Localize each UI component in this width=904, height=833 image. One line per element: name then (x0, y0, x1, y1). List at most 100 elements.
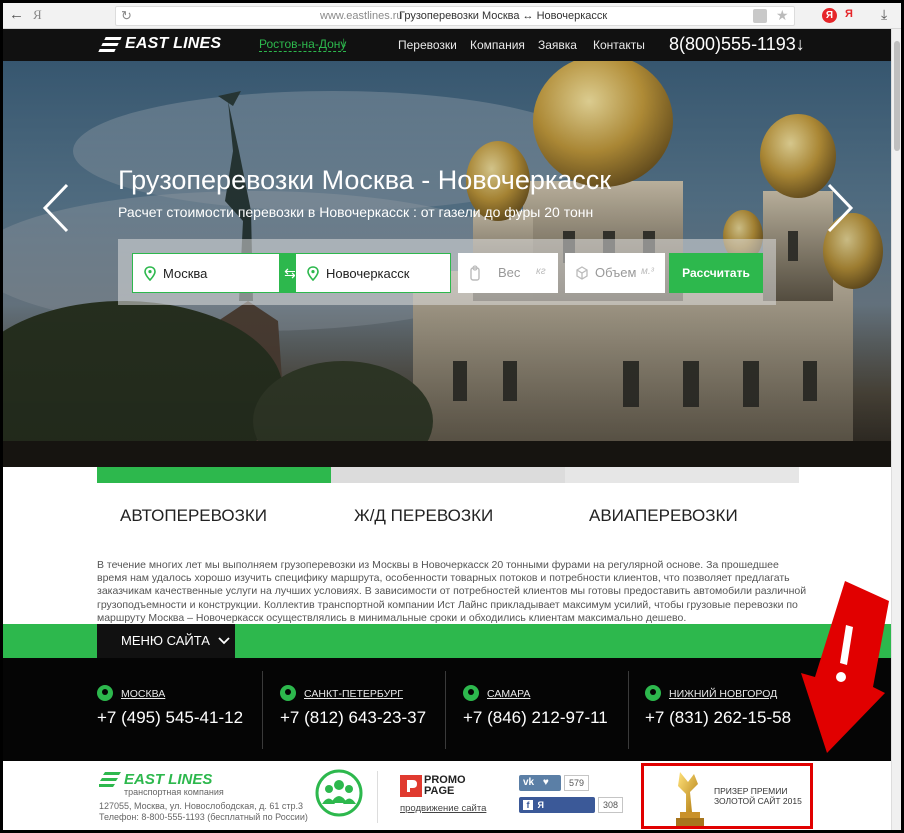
hero-title: Грузоперевозки Москва - Новочеркасск (118, 165, 612, 195)
office-city-link[interactable]: МОСКВА (121, 688, 165, 700)
yandex-text-icon[interactable]: Я (845, 8, 853, 20)
browser-toolbar: ← Я ↻ www.eastlines.ru Грузоперевозки Мо… (3, 3, 901, 29)
facebook-count: 308 (598, 797, 624, 813)
tab-air[interactable]: АВИАПЕРЕВОЗКИ (589, 506, 738, 526)
extension-icon[interactable] (753, 9, 767, 23)
cube-icon (576, 266, 588, 280)
weight-field[interactable]: Вес кг (458, 253, 558, 293)
partners-people-icon[interactable] (315, 769, 363, 817)
route-description: В течение многих лет мы выполняем грузоп… (97, 559, 807, 624)
slider-prev-arrow-icon[interactable] (41, 183, 71, 233)
office-city-link[interactable]: НИЖНИЙ НОВГОРОД (669, 688, 777, 700)
offices-section: МОСКВА +7 (495) 545-41-12 САНКТ-ПЕТЕРБУР… (3, 658, 891, 761)
to-city-value: Новочеркасск (326, 266, 410, 281)
to-city-field[interactable]: Новочеркасск (295, 253, 451, 293)
office-phone[interactable]: +7 (495) 545-41-12 (97, 708, 243, 728)
page-scrollbar[interactable] (891, 29, 901, 830)
site-footer: EAST LINES транспортная компания 127055,… (3, 761, 891, 830)
nav-company[interactable]: Компания (470, 38, 525, 52)
footer-logo-lines-icon (99, 772, 121, 787)
page-frame: ← Я ↻ www.eastlines.ru Грузоперевозки Мо… (0, 0, 904, 833)
tab-bar-rail[interactable] (331, 467, 565, 483)
calculate-button[interactable]: Рассчитать (669, 253, 763, 293)
site-header: EAST LINES Ростов-на-Дону ↓ Перевозки Ко… (3, 29, 891, 61)
page-title-in-address: Грузоперевозки Москва ↔ Новочеркасск (399, 10, 608, 22)
footer-logo-subtitle: транспортная компания (124, 787, 224, 797)
nav-request[interactable]: Заявка (538, 38, 577, 52)
logo-text: EAST LINES (125, 35, 222, 52)
nav-perevozki[interactable]: Перевозки (398, 38, 457, 52)
office-phone[interactable]: +7 (846) 212-97-11 (463, 708, 608, 728)
reload-icon[interactable]: ↻ (121, 8, 132, 24)
footer-address-line: 127055, Москва, ул. Новослободская, д. 6… (99, 801, 303, 811)
award-text: ПРИЗЕР ПРЕМИИ ЗОЛОТОЙ САЙТ 2015 (714, 786, 802, 806)
tab-rail[interactable]: Ж/Д ПЕРЕВОЗКИ (354, 506, 493, 526)
weight-unit: кг (536, 266, 546, 277)
weight-placeholder: Вес (498, 265, 521, 280)
tab-auto[interactable]: АВТОПЕРЕВОЗКИ (120, 506, 267, 526)
vk-like-button[interactable]: vk ♥ (519, 775, 561, 791)
slider-next-arrow-icon[interactable] (825, 183, 855, 233)
tab-bar-air[interactable] (565, 467, 799, 483)
office-city-link[interactable]: САНКТ-ПЕТЕРБУРГ (304, 688, 403, 700)
download-icon[interactable]: ⤓ (881, 6, 887, 23)
promo-line-2: PAGE (424, 785, 455, 797)
promo-p-icon (407, 780, 417, 792)
bookmark-star-icon[interactable]: ★ (776, 7, 789, 24)
vk-label: vk (523, 777, 535, 788)
promo-page-logo-icon[interactable] (400, 775, 422, 797)
footer-logo-text[interactable]: EAST LINES (124, 771, 212, 788)
from-city-value: Москва (163, 266, 208, 281)
location-pin-icon (97, 685, 113, 701)
office-divider (262, 671, 263, 749)
heart-icon: ♥ (542, 777, 549, 788)
golden-trophy-icon (676, 772, 704, 826)
office-phone[interactable]: +7 (831) 262-15-58 (645, 708, 791, 728)
volume-placeholder: Объем (595, 265, 637, 280)
east-lines-logo[interactable]: EAST LINES (98, 35, 222, 53)
office-city-link[interactable]: САМАРА (487, 688, 530, 700)
red-alert-arrow-icon (801, 581, 889, 753)
nav-contacts[interactable]: Контакты (593, 38, 645, 52)
footer-address: 127055, Москва, ул. Новослободская, д. 6… (99, 801, 319, 823)
tab-bar-auto[interactable] (97, 467, 331, 483)
volume-field[interactable]: Объем м.³ (565, 253, 665, 293)
location-pin-icon (645, 685, 661, 701)
location-pin-icon (463, 685, 479, 701)
office-divider (628, 671, 629, 749)
site-menu-button[interactable]: МЕНЮ САЙТА (97, 624, 235, 658)
location-pin-icon (280, 685, 296, 701)
back-arrow-icon[interactable]: ← (9, 6, 24, 23)
volume-unit: м.³ (641, 266, 654, 277)
city-arrow-icon[interactable]: ↓ (340, 34, 348, 51)
yandex-badge-icon[interactable]: Я (822, 8, 837, 23)
promo-page-logo-text[interactable]: PROMO PAGE (424, 775, 484, 797)
header-phone[interactable]: 8(800)555-1193↓ (669, 34, 805, 55)
facebook-recommend-button[interactable]: f Я рекомендую (519, 797, 595, 826)
footer-phone-line: Телефон: 8-800-555-1193 (бесплатный по Р… (99, 812, 308, 822)
site-menu-label: МЕНЮ САЙТА (121, 633, 210, 648)
hero-subtitle: Расчет стоимости перевозки в Новочеркасс… (118, 204, 594, 220)
award-badge[interactable]: ПРИЗЕР ПРЕМИИ ЗОЛОТОЙ САЙТ 2015 (641, 763, 813, 829)
city-selector[interactable]: Ростов-на-Дону (259, 38, 347, 52)
tab-indicator-bars (97, 467, 799, 483)
facebook-f-icon: f (523, 800, 533, 810)
vk-like-count: 579 (564, 775, 590, 791)
from-city-field[interactable]: Москва (132, 253, 288, 293)
weight-icon (470, 265, 480, 281)
chevron-down-icon (217, 637, 230, 645)
office-divider (445, 671, 446, 749)
location-pin-icon (307, 266, 319, 282)
scrollbar-thumb[interactable] (894, 41, 900, 151)
address-bar[interactable]: ↻ www.eastlines.ru Грузоперевозки Москва… (115, 6, 795, 26)
address-url: www.eastlines.ru (320, 10, 403, 22)
footer-divider (377, 771, 378, 823)
logo-lines-icon (98, 36, 122, 52)
promo-link[interactable]: продвижение сайта (400, 803, 486, 814)
award-line-1: ПРИЗЕР ПРЕМИИ (714, 786, 788, 796)
office-phone[interactable]: +7 (812) 643-23-37 (280, 708, 426, 728)
yandex-logo[interactable]: Я (33, 7, 42, 23)
award-line-2: ЗОЛОТОЙ САЙТ 2015 (714, 796, 802, 806)
cost-calculator: Москва ⇆ Новочеркасск Вес кг Объем м.³ Р… (118, 239, 776, 305)
hero-banner: Грузоперевозки Москва - Новочеркасск Рас… (3, 61, 891, 467)
